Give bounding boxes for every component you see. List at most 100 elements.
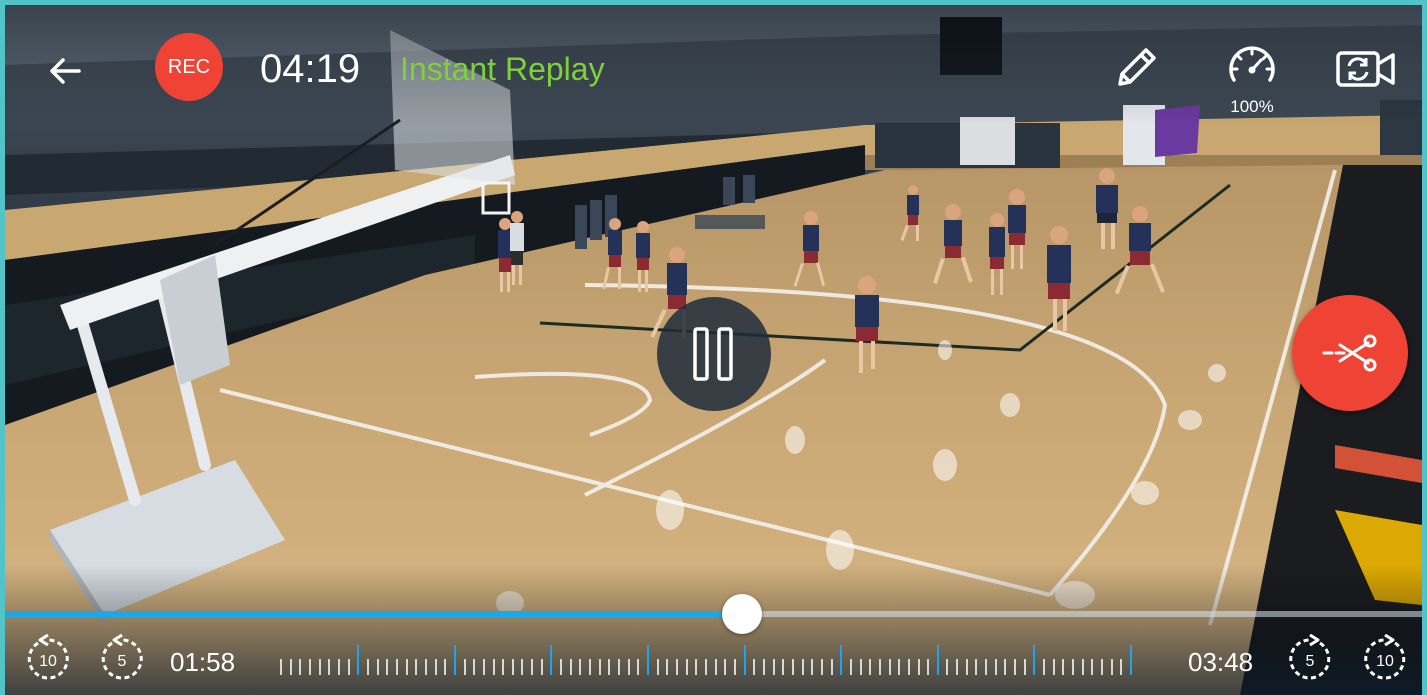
timeline-tick	[753, 659, 756, 675]
timeline-tick	[337, 659, 340, 675]
top-bar: REC 04:19 Instant Replay 100%	[5, 5, 1422, 135]
timeline-tick	[608, 659, 611, 675]
timeline-tick	[907, 659, 910, 675]
timeline-tick	[820, 659, 823, 675]
timeline-tick	[869, 659, 872, 675]
timeline-tick	[705, 659, 707, 675]
forward-5-icon: 5	[1289, 633, 1331, 680]
timeline-tick	[1062, 659, 1065, 675]
bottom-bar: 10 5 01:58 03:48 5 10	[5, 620, 1422, 695]
timeline-tick	[1052, 659, 1055, 675]
timeline-tick	[647, 645, 650, 675]
timeline-tick	[627, 659, 630, 675]
timeline-tick	[540, 659, 543, 675]
timeline-tick	[946, 659, 949, 675]
speed-label: 100%	[1230, 97, 1274, 116]
rewind-5-button[interactable]: 5	[97, 633, 147, 684]
forward-5-button[interactable]: 5	[1285, 633, 1335, 684]
timeline-tick	[280, 659, 282, 675]
timeline-tick	[994, 659, 997, 675]
timeline-tick	[782, 659, 785, 675]
timeline-tick	[917, 659, 920, 675]
timeline-tick	[560, 659, 563, 675]
clip-button[interactable]	[1292, 295, 1408, 411]
playback-speed-button[interactable]	[1220, 39, 1284, 91]
switch-camera-button[interactable]	[1333, 43, 1399, 95]
forward-10-icon: 10	[1364, 633, 1406, 680]
pause-icon	[693, 327, 733, 381]
timeline-tick	[656, 659, 659, 675]
forward-5-label: 5	[1306, 653, 1315, 670]
timeline-tick	[685, 659, 688, 675]
timeline-tick	[395, 659, 398, 675]
timeline-tick	[791, 659, 794, 675]
rewind-5-icon: 5	[101, 633, 143, 680]
timeline-tick	[598, 659, 601, 675]
recording-time: 04:19	[260, 47, 361, 91]
timeline-tick	[1101, 659, 1104, 675]
record-label: REC	[167, 55, 211, 78]
timeline-tick	[965, 659, 968, 675]
timeline-tick	[733, 659, 736, 675]
timeline-tick	[666, 659, 669, 675]
timeline-tick	[502, 659, 505, 675]
timeline-tick	[444, 659, 447, 675]
timeline-tick	[936, 645, 939, 675]
seek-bar[interactable]	[5, 594, 1422, 634]
back-button[interactable]	[39, 45, 91, 97]
record-button[interactable]: REC	[155, 33, 223, 101]
rewind-5-label: 5	[118, 653, 127, 670]
timeline-tick	[531, 659, 534, 675]
timeline-tick	[328, 659, 331, 675]
timeline-tick	[1004, 659, 1007, 675]
timeline-tick	[1110, 659, 1113, 675]
timeline-tick	[1130, 645, 1132, 675]
timeline-tick	[724, 659, 727, 675]
timeline-tick	[762, 659, 765, 675]
pencil-icon	[1118, 48, 1156, 86]
timeline-tick	[289, 659, 292, 675]
forward-10-label: 10	[1376, 653, 1394, 670]
timeline-tick	[453, 645, 456, 675]
timeline-tick	[1120, 659, 1123, 675]
timeline-tick	[376, 659, 379, 675]
timeline-tick	[521, 659, 524, 675]
timeline-tick	[434, 659, 437, 675]
timeline-tick	[714, 659, 717, 675]
rewind-10-button[interactable]: 10	[23, 633, 73, 684]
timeline-tick	[840, 645, 843, 675]
timeline-tick	[386, 659, 389, 675]
pause-button[interactable]	[657, 297, 771, 411]
timeline-tick	[405, 659, 408, 675]
timeline-tick	[357, 645, 360, 675]
timeline-tick	[888, 659, 891, 675]
timeline-tick	[550, 645, 553, 675]
timeline-tick	[1014, 659, 1017, 675]
draw-button[interactable]	[1105, 37, 1167, 99]
timeline-tick	[811, 659, 814, 675]
timeline-tick	[347, 659, 350, 675]
scissors-icon	[1322, 334, 1377, 372]
timeline-ticks[interactable]	[280, 642, 1132, 678]
timeline-tick	[299, 659, 302, 675]
rewind-10-label: 10	[39, 653, 57, 670]
timeline-tick	[956, 659, 959, 675]
timeline-tick	[676, 659, 679, 675]
camera-switch-icon	[1336, 51, 1395, 87]
timeline-end-time: 03:48	[1188, 647, 1254, 677]
timeline-tick	[1043, 659, 1046, 675]
timeline-tick	[1033, 645, 1036, 675]
timeline-tick	[318, 659, 321, 675]
timeline-tick	[1023, 659, 1026, 675]
timeline-tick	[975, 659, 978, 675]
timeline-tick	[308, 659, 311, 675]
timeline-tick	[859, 659, 862, 675]
timeline-tick	[1081, 659, 1084, 675]
timeline-tick	[473, 659, 476, 675]
timeline-tick	[772, 659, 775, 675]
forward-10-button[interactable]: 10	[1360, 633, 1410, 684]
timeline-tick	[366, 659, 369, 675]
timeline-tick	[618, 659, 621, 675]
timeline-start-time: 01:58	[170, 647, 236, 677]
arrow-left-icon	[50, 58, 81, 84]
